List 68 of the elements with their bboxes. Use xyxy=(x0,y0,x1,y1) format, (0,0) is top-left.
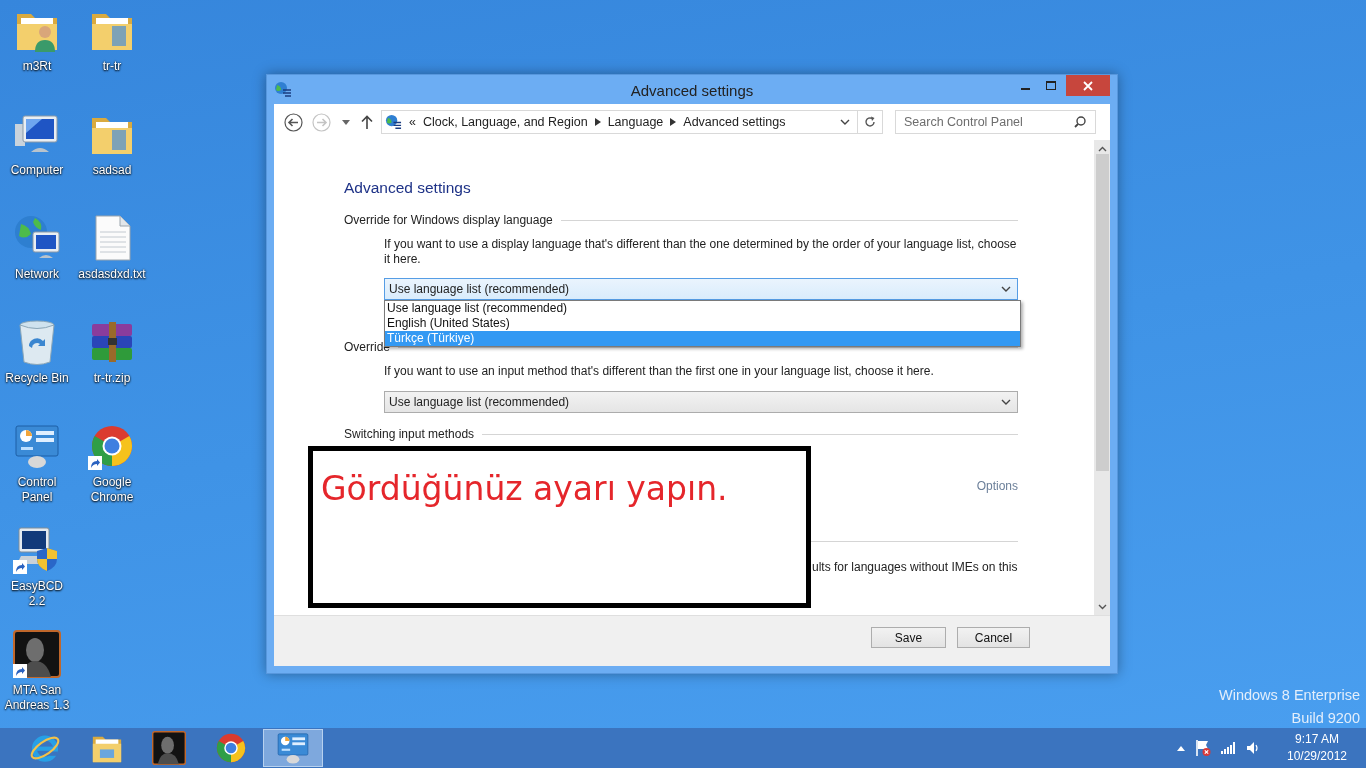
icon-label[interactable]: Control Panel xyxy=(1,475,73,505)
maximize-icon xyxy=(1046,81,1056,90)
control-panel-icon[interactable] xyxy=(13,422,61,470)
show-hidden-icons-button[interactable] xyxy=(1177,745,1185,751)
flag-error-icon[interactable] xyxy=(1195,739,1211,757)
icon-label[interactable]: EasyBCD 2.2 xyxy=(1,579,73,609)
chevron-down-icon xyxy=(1001,286,1011,292)
search-icon[interactable] xyxy=(1074,116,1086,128)
language-globe-icon xyxy=(274,81,292,99)
annotation-note: Gördüğünüz ayarı yapın. xyxy=(308,446,811,608)
description-text: If you want to use an input method that's different than the first one in your language list, choose it here. xyxy=(383,364,935,379)
icon-label[interactable]: Network xyxy=(15,267,59,282)
clock-date: 10/29/2012 xyxy=(1286,748,1348,765)
close-button[interactable] xyxy=(1066,75,1110,96)
minimize-icon xyxy=(1020,88,1030,90)
overflow-chevrons[interactable]: « xyxy=(409,115,416,129)
chevron-down-icon xyxy=(840,119,850,125)
icon-label[interactable]: tr-tr xyxy=(102,59,122,74)
icon-label[interactable]: m3Rt xyxy=(22,59,52,74)
dark-figure-icon[interactable] xyxy=(13,630,61,678)
close-icon xyxy=(1083,80,1093,91)
scroll-down-icon[interactable] xyxy=(1097,604,1107,610)
dark-figure-icon xyxy=(152,731,186,765)
description-text: ults for languages without IMEs on this xyxy=(811,559,1018,575)
separator-arrow-icon[interactable] xyxy=(670,118,677,126)
recent-pages-caret-icon[interactable] xyxy=(342,119,350,125)
icon-label[interactable]: asdasdxd.txt xyxy=(78,267,146,282)
control-panel-icon xyxy=(276,731,310,765)
refresh-icon xyxy=(864,116,876,128)
icon-label[interactable]: tr-tr.zip xyxy=(93,371,131,386)
up-arrow-button[interactable] xyxy=(361,115,373,129)
window-title: Advanced settings xyxy=(630,81,754,99)
browser-icon xyxy=(214,731,248,765)
options-link[interactable]: Options xyxy=(976,479,1018,493)
clock-time: 9:17 AM xyxy=(1295,731,1339,748)
icon-label[interactable]: MTA San Andreas 1.3 xyxy=(1,683,73,713)
page-heading: Advanced settings xyxy=(344,178,472,198)
scrollbar[interactable] xyxy=(1094,140,1110,615)
language-dropdown[interactable]: Use language list (recommended) xyxy=(384,391,1018,413)
icon-label[interactable]: Computer xyxy=(10,163,64,178)
speaker-icon[interactable] xyxy=(1246,741,1260,755)
chevron-down-icon xyxy=(1001,399,1011,405)
edition-text: Build 9200 xyxy=(1291,709,1360,728)
icon-label[interactable]: sadsad xyxy=(92,163,132,178)
section-title: Override for Windows display language xyxy=(344,213,553,227)
section-title: Switching input methods xyxy=(344,427,475,441)
separator-arrow-icon[interactable] xyxy=(594,118,601,126)
taskbar-button[interactable] xyxy=(263,729,323,767)
icon-label[interactable]: Google Chrome xyxy=(76,475,148,505)
scrollbar-thumb[interactable] xyxy=(1095,154,1109,471)
language-globe-icon xyxy=(385,113,402,131)
cancel-button[interactable]: Cancel xyxy=(957,627,1030,648)
edition-text: Windows 8 Enterprise xyxy=(1218,686,1360,705)
back-button[interactable] xyxy=(284,112,303,132)
address-bar[interactable]: « Clock, Language, and Region Language Advanced settings xyxy=(381,110,883,134)
signal-icon[interactable] xyxy=(1221,742,1236,754)
save-button[interactable]: Save xyxy=(871,627,946,648)
language-dropdown[interactable]: Use language list (recommended) xyxy=(384,278,1018,300)
breadcrumb[interactable]: Clock, Language, and Region xyxy=(422,115,588,129)
dropdown-option[interactable]: Use language list (recommended) xyxy=(385,301,1020,316)
icon-label[interactable]: Recycle Bin xyxy=(5,371,69,386)
breadcrumb[interactable]: Language xyxy=(607,115,664,129)
dropdown-option[interactable]: English (United States) xyxy=(385,316,1020,331)
description-text: If you want to use a display language that's different than the one determined by the order of your language list, choose it here. xyxy=(383,237,1018,267)
clock[interactable]: 9:17 AM 10/29/2012 xyxy=(1282,731,1352,765)
breadcrumb[interactable]: Advanced settings xyxy=(683,115,786,129)
scroll-up-icon[interactable] xyxy=(1097,146,1107,152)
search-field[interactable]: Search Control Panel xyxy=(895,110,1096,134)
